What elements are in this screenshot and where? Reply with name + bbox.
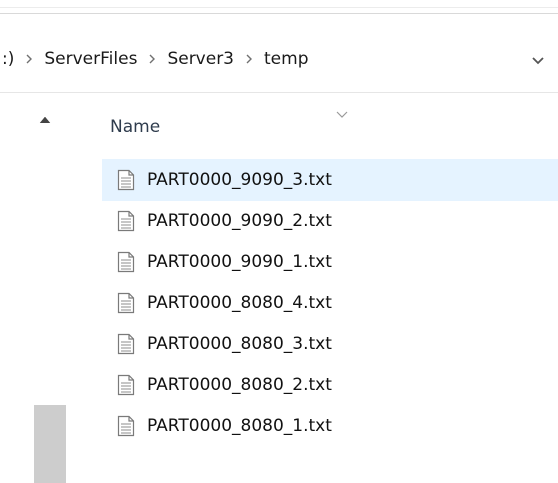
scroll-up-button[interactable]	[36, 111, 54, 127]
file-name: PART0000_8080_1.txt	[147, 416, 332, 436]
ribbon-divider	[0, 7, 558, 8]
file-name: PART0000_8080_2.txt	[147, 375, 332, 395]
file-row[interactable]: PART0000_8080_1.txt	[102, 405, 558, 447]
text-file-icon	[115, 413, 137, 439]
breadcrumb-server3[interactable]: Server3	[165, 49, 236, 69]
file-list: PART0000_9090_3.txt PART0000_9090_2.txt	[102, 159, 558, 446]
breadcrumb-drive[interactable]: :)	[0, 49, 16, 69]
file-row[interactable]: PART0000_8080_4.txt	[102, 282, 558, 324]
file-name: PART0000_9090_3.txt	[147, 170, 332, 190]
column-header-label: Name	[110, 117, 161, 137]
sort-chevron-down-icon	[335, 105, 349, 118]
file-row[interactable]: PART0000_8080_2.txt	[102, 364, 558, 406]
navigation-pane	[0, 93, 68, 483]
address-bar[interactable]: :) ServerFiles Server3 temp	[0, 26, 558, 93]
ribbon-edge	[0, 0, 558, 26]
file-name: PART0000_9090_2.txt	[147, 211, 332, 231]
text-file-icon	[115, 331, 137, 357]
file-row[interactable]: PART0000_9090_1.txt	[102, 241, 558, 283]
chevron-up-icon	[38, 110, 52, 129]
breadcrumb: :) ServerFiles Server3 temp	[0, 26, 311, 92]
ribbon-divider	[0, 13, 558, 14]
text-file-icon	[115, 372, 137, 398]
chevron-right-icon[interactable]	[139, 52, 165, 67]
file-name: PART0000_8080_4.txt	[147, 293, 332, 313]
text-file-icon	[115, 208, 137, 234]
text-file-icon	[115, 167, 137, 193]
file-row[interactable]: PART0000_8080_3.txt	[102, 323, 558, 365]
address-history-dropdown[interactable]	[518, 44, 558, 74]
chevron-right-icon[interactable]	[16, 52, 42, 67]
chevron-right-icon[interactable]	[236, 52, 262, 67]
breadcrumb-temp[interactable]: temp	[262, 49, 310, 69]
file-list-pane: Name PART0000_9090_3.txt PART0000_9090_2…	[68, 93, 558, 483]
file-name: PART0000_9090_1.txt	[147, 252, 332, 272]
text-file-icon	[115, 249, 137, 275]
scrollbar-thumb[interactable]	[34, 405, 66, 483]
file-name: PART0000_8080_3.txt	[147, 334, 332, 354]
file-row[interactable]: PART0000_9090_3.txt	[102, 159, 558, 201]
column-header-name[interactable]: Name	[104, 105, 558, 151]
file-row[interactable]: PART0000_9090_2.txt	[102, 200, 558, 242]
breadcrumb-serverfiles[interactable]: ServerFiles	[42, 49, 139, 69]
chevron-down-icon	[531, 50, 545, 69]
text-file-icon	[115, 290, 137, 316]
